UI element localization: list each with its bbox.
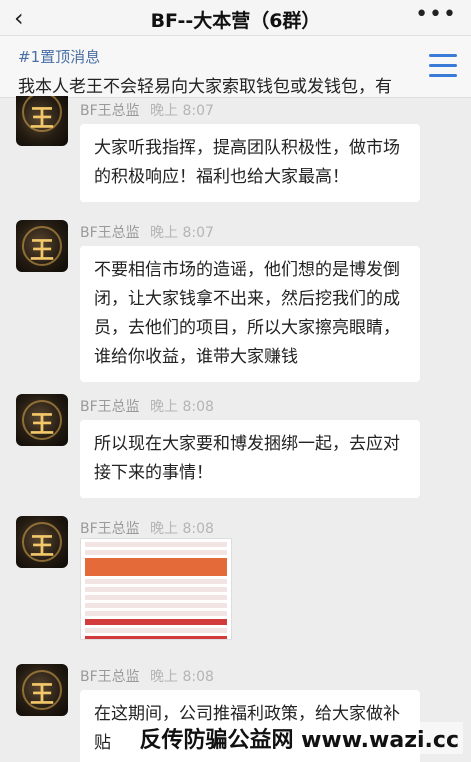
title-bar: ‹ BF--大本营（6群） •••: [0, 0, 471, 36]
message-time: 晚上 8:08: [150, 669, 214, 685]
message-time: 晚上 8:08: [150, 521, 214, 537]
pinned-label: #1置顶消息: [18, 48, 101, 66]
image-message[interactable]: [80, 538, 232, 640]
message-bubble[interactable]: 所以现在大家要和博发捆绑一起，去应对接下来的事情！: [80, 420, 420, 498]
sender-name: BF王总监: [80, 103, 140, 119]
avatar[interactable]: 王: [16, 664, 68, 716]
sender-name: BF王总监: [80, 521, 140, 537]
message-bubble[interactable]: 大家听我指挥，提高团队积极性，做市场的积极响应！福利也给大家最高！: [80, 124, 420, 202]
avatar[interactable]: 王: [16, 516, 68, 568]
pinned-message-bar[interactable]: #1置顶消息 我本人老王不会轻易向大家索取钱包或发钱包，有: [0, 36, 471, 98]
sender-name: BF王总监: [80, 399, 140, 415]
sender-name: BF王总监: [80, 225, 140, 241]
message-bubble[interactable]: 不要相信市场的造谣，他们想的是博发倒闭，让大家钱拿不出来，然后挖我们的成员，去他…: [80, 246, 420, 382]
watermark: 反传防骗公益网 www.wazi.cc: [135, 722, 463, 754]
message-time: 晚上 8:08: [150, 399, 214, 415]
pinned-list-icon[interactable]: [429, 54, 457, 78]
avatar[interactable]: 王: [16, 96, 68, 146]
avatar[interactable]: 王: [16, 220, 68, 272]
message-time: 晚上 8:07: [150, 103, 214, 119]
message-time: 晚上 8:07: [150, 225, 214, 241]
sender-name: BF王总监: [80, 669, 140, 685]
pinned-text: 我本人老王不会轻易向大家索取钱包或发钱包，有: [18, 77, 392, 97]
chat-title: BF--大本营（6群）: [150, 10, 321, 32]
avatar[interactable]: 王: [16, 394, 68, 446]
more-options-icon[interactable]: •••: [415, 2, 457, 27]
